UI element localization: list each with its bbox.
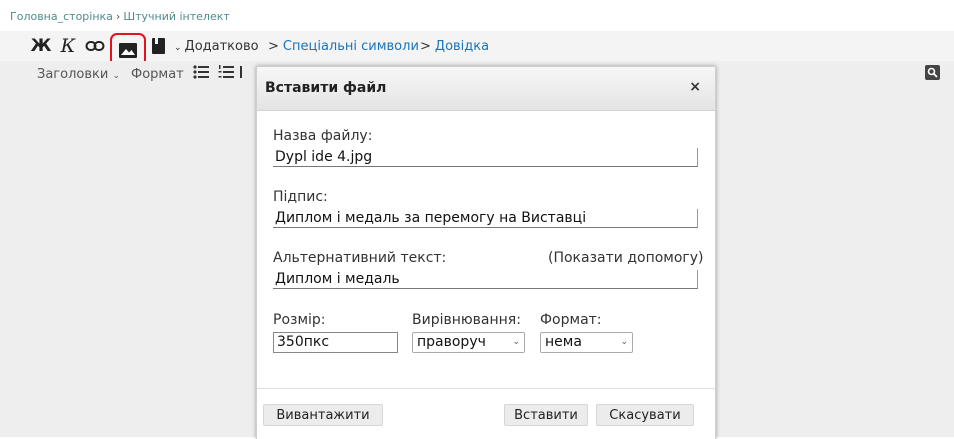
dialog-footer: Вивантажити Вставити Скасувати [257,388,715,439]
format-select-value: нема [545,334,582,350]
extra-menu-label: Додатково [184,39,259,54]
upload-button[interactable]: Вивантажити [263,404,383,426]
size-label: Розмір: [273,312,326,328]
bullet-list-icon[interactable] [193,64,209,84]
breadcrumb-home-link[interactable]: Головна_сторінка [10,10,113,23]
chevron-right-icon: > [268,39,279,54]
indent-icon[interactable] [240,64,246,84]
align-label: Вирівнювання: [412,312,521,328]
special-symbols-label: Спеціальні символи [282,39,419,54]
breadcrumb-separator: › [115,10,121,23]
alt-text-field[interactable]: Диплом і медаль [273,270,698,289]
show-help-link[interactable]: (Показати допомогу) [548,250,704,266]
dialog-title: Вставити файл [265,80,387,96]
dialog-header: Вставити файл × [257,67,715,111]
format-button[interactable]: Формат [131,67,184,82]
link-icon[interactable] [84,35,106,57]
italic-button[interactable]: К [60,35,76,57]
chevron-right-icon: > [420,39,431,54]
alt-text-label: Альтернативний текст: [273,250,447,266]
headings-label: Заголовки [37,67,109,82]
align-select[interactable]: праворуч ⌄ [412,332,525,353]
format-label: Формат: [540,312,602,328]
special-symbols-link[interactable]: > Спеціальні символи [268,39,419,54]
help-label: Довідка [434,39,490,54]
caption-field[interactable]: Диплом і медаль за перемогу на Виставці [273,209,698,228]
headings-dropdown[interactable]: Заголовки ⌄ [37,67,120,82]
filename-label: Назва файлу: [273,128,373,144]
help-link[interactable]: > Довідка [420,39,489,54]
cancel-button[interactable]: Скасувати [596,404,694,426]
chevron-down-icon: ⌄ [174,43,182,53]
breadcrumb-current-link[interactable]: Штучний інтелект [123,10,229,23]
insert-file-dialog: Вставити файл × Назва файлу: Dypl ide 4.… [256,66,716,439]
insert-button[interactable]: Вставити [504,404,588,426]
format-select[interactable]: нема ⌄ [540,332,633,353]
extra-menu-button[interactable]: ⌄ Додатково [174,39,259,54]
align-select-value: праворуч [417,334,486,350]
size-field[interactable]: 350пкс [273,332,398,353]
chevron-down-icon: ⌄ [112,71,120,81]
breadcrumb: Головна_сторінка › Штучний інтелект [10,10,230,23]
caption-label: Підпис: [273,189,328,205]
bold-button[interactable]: Ж [31,35,52,57]
close-icon[interactable]: × [689,79,701,95]
chevron-down-icon: ⌄ [620,337,628,347]
file-icon[interactable] [151,35,165,57]
search-icon[interactable] [925,65,940,80]
numbered-list-icon[interactable] [218,64,234,84]
image-icon [119,42,137,58]
chevron-down-icon: ⌄ [512,337,520,347]
filename-field[interactable]: Dypl ide 4.jpg [273,148,698,167]
